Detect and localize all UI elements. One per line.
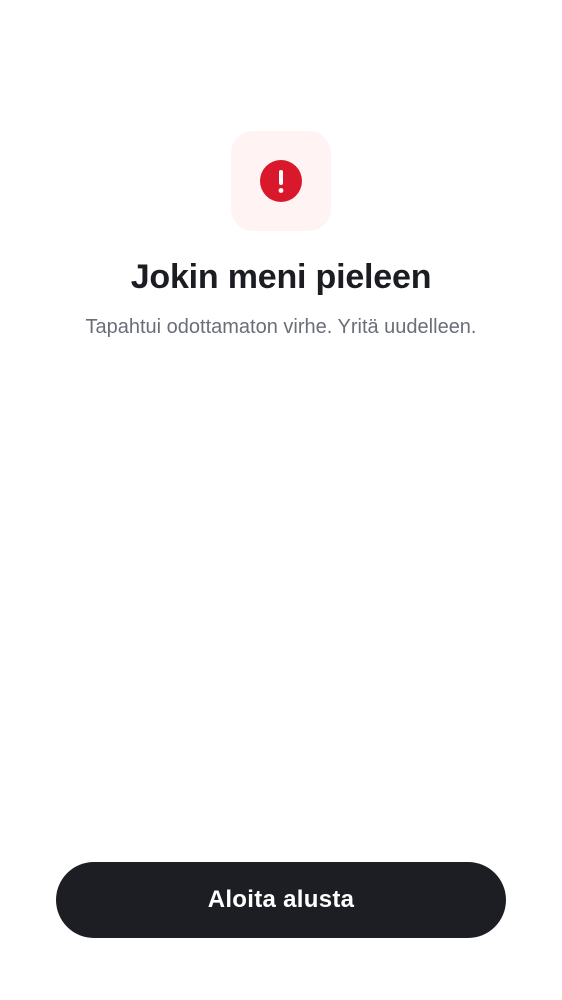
restart-button-label: Aloita alusta <box>207 886 355 913</box>
error-screen: Jokin meni pieleen Tapahtui odottamaton … <box>0 0 562 1000</box>
error-message: Tapahtui odottamaton virhe. Yritä uudell… <box>85 316 477 338</box>
error-icon-tile <box>231 131 331 231</box>
exclamation-circle-icon <box>260 160 302 202</box>
restart-button[interactable]: Aloita alusta <box>56 862 506 938</box>
error-title: Jokin meni pieleen <box>130 258 432 296</box>
